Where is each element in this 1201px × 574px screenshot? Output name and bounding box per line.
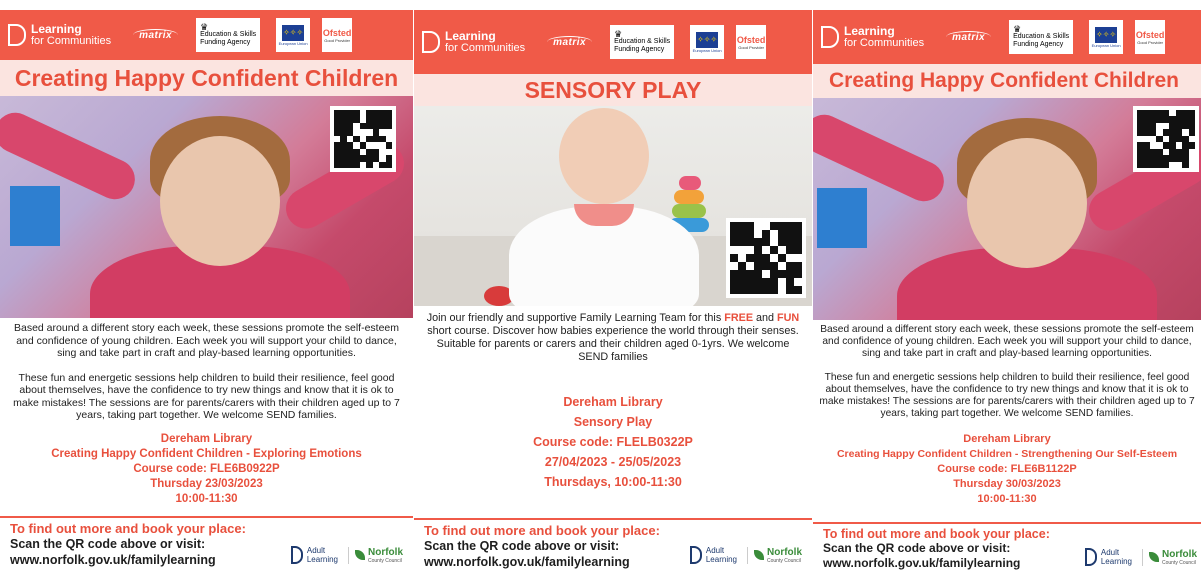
booking-footer: To find out more and book your place: Sc… bbox=[813, 522, 1201, 574]
matrix-logo: matrix bbox=[133, 29, 179, 41]
course-code: Course code: FLE6B0922P bbox=[133, 463, 280, 475]
course-date: Thursday 23/03/2023 bbox=[150, 478, 263, 490]
qr-code[interactable] bbox=[330, 106, 396, 172]
eu-stars-icon: ✧✧✧ bbox=[282, 24, 305, 41]
qr-code[interactable] bbox=[1133, 106, 1199, 172]
poster-sensory-play: Learning for Communities matrix ♛ Educati… bbox=[414, 0, 812, 574]
matrix-logo: matrix bbox=[946, 31, 992, 43]
venue: Dereham Library bbox=[563, 395, 663, 409]
norfolk-leaf-icon bbox=[355, 550, 365, 560]
venue: Dereham Library bbox=[963, 433, 1051, 445]
ofsted-logo: Ofsted Good Provider bbox=[1135, 20, 1166, 54]
poster-happy-children-self-esteem: Learning for Communities matrix ♛ Educati… bbox=[813, 0, 1201, 574]
ofsted-logo: Ofsted Good Provider bbox=[322, 18, 353, 52]
poster-title: Creating Happy Confident Children bbox=[0, 60, 413, 96]
eu-logo: ✧✧✧ European Union bbox=[690, 25, 725, 59]
adult-learning-logo: Adult Learning bbox=[1084, 548, 1132, 566]
eu-stars-icon: ✧✧✧ bbox=[1095, 26, 1118, 43]
ofsted-logo: Ofsted Good Provider bbox=[736, 25, 767, 59]
course-time: 10:00-11:30 bbox=[977, 493, 1037, 505]
learning-for-communities-logo: Learning for Communities bbox=[821, 25, 924, 49]
eu-logo: ✧✧✧ European Union bbox=[1089, 20, 1124, 54]
logo-banner: Learning for Communities matrix ♛ Educati… bbox=[813, 10, 1201, 64]
booking-footer: To find out more and book your place: Sc… bbox=[0, 516, 413, 574]
learning-for-communities-logo: Learning for Communities bbox=[8, 23, 111, 47]
course-details: Dereham Library Creating Happy Confident… bbox=[813, 432, 1201, 507]
course-name: Sensory Play bbox=[573, 415, 653, 429]
course-name: Creating Happy Confident Children - Stre… bbox=[836, 448, 1178, 460]
crest-icon: ♛ bbox=[200, 22, 209, 32]
adult-learning-logo: Adult Learning bbox=[290, 546, 338, 564]
course-details: Dereham Library Creating Happy Confident… bbox=[0, 432, 413, 507]
description: Based around a different story each week… bbox=[819, 324, 1195, 419]
norfolk-county-council-logo: Norfolk County Council bbox=[348, 546, 403, 564]
logo-banner: Learning for Communities matrix ♛ Educati… bbox=[0, 10, 413, 60]
norfolk-leaf-icon bbox=[1149, 552, 1159, 562]
course-time: Thursdays, 10:00-11:30 bbox=[544, 475, 682, 489]
eu-logo: ✧✧✧ European Union bbox=[276, 18, 311, 52]
course-date: 27/04/2023 - 25/05/2023 bbox=[544, 455, 682, 469]
course-details: Dereham Library Sensory Play Course code… bbox=[414, 392, 812, 492]
booking-footer: To find out more and book your place: Sc… bbox=[414, 518, 812, 574]
poster-title: Creating Happy Confident Children bbox=[813, 64, 1201, 98]
course-name: Creating Happy Confident Children - Expl… bbox=[51, 448, 362, 460]
course-code: Course code: FLELB0322P bbox=[533, 435, 693, 449]
poster-happy-children-exploring-emotions: Learning for Communities matrix ♛ Educati… bbox=[0, 0, 413, 574]
eu-stars-icon: ✧✧✧ bbox=[696, 31, 719, 48]
norfolk-leaf-icon bbox=[754, 550, 764, 560]
course-code: Course code: FLE6B1122P bbox=[937, 463, 1077, 475]
description: Based around a different story each week… bbox=[13, 322, 400, 421]
crest-icon: ♛ bbox=[614, 29, 623, 39]
venue: Dereham Library bbox=[160, 433, 253, 445]
learning-for-communities-logo: Learning for Communities bbox=[422, 30, 525, 54]
matrix-logo: matrix bbox=[547, 36, 593, 48]
description: Join our friendly and supportive Family … bbox=[426, 312, 800, 363]
crest-icon: ♛ bbox=[1013, 24, 1022, 34]
course-time: 10:00-11:30 bbox=[175, 493, 238, 505]
lfc-mark-icon bbox=[821, 26, 839, 48]
lfc-mark-icon bbox=[422, 31, 440, 53]
poster-title: SENSORY PLAY bbox=[414, 74, 812, 106]
lfc-mark-icon bbox=[8, 24, 26, 46]
adult-learning-logo: Adult Learning bbox=[689, 546, 737, 564]
esfa-logo: ♛ Education & Skills Funding Agency bbox=[196, 18, 261, 52]
esfa-logo: ♛ Education & Skills Funding Agency bbox=[610, 25, 675, 59]
esfa-logo: ♛ Education & Skills Funding Agency bbox=[1009, 20, 1074, 54]
logo-banner: Learning for Communities matrix ♛ Educati… bbox=[414, 10, 812, 74]
norfolk-county-council-logo: Norfolk County Council bbox=[1142, 548, 1197, 566]
qr-code[interactable] bbox=[726, 218, 806, 298]
course-date: Thursday 30/03/2023 bbox=[953, 478, 1061, 490]
norfolk-county-council-logo: Norfolk County Council bbox=[747, 546, 802, 564]
